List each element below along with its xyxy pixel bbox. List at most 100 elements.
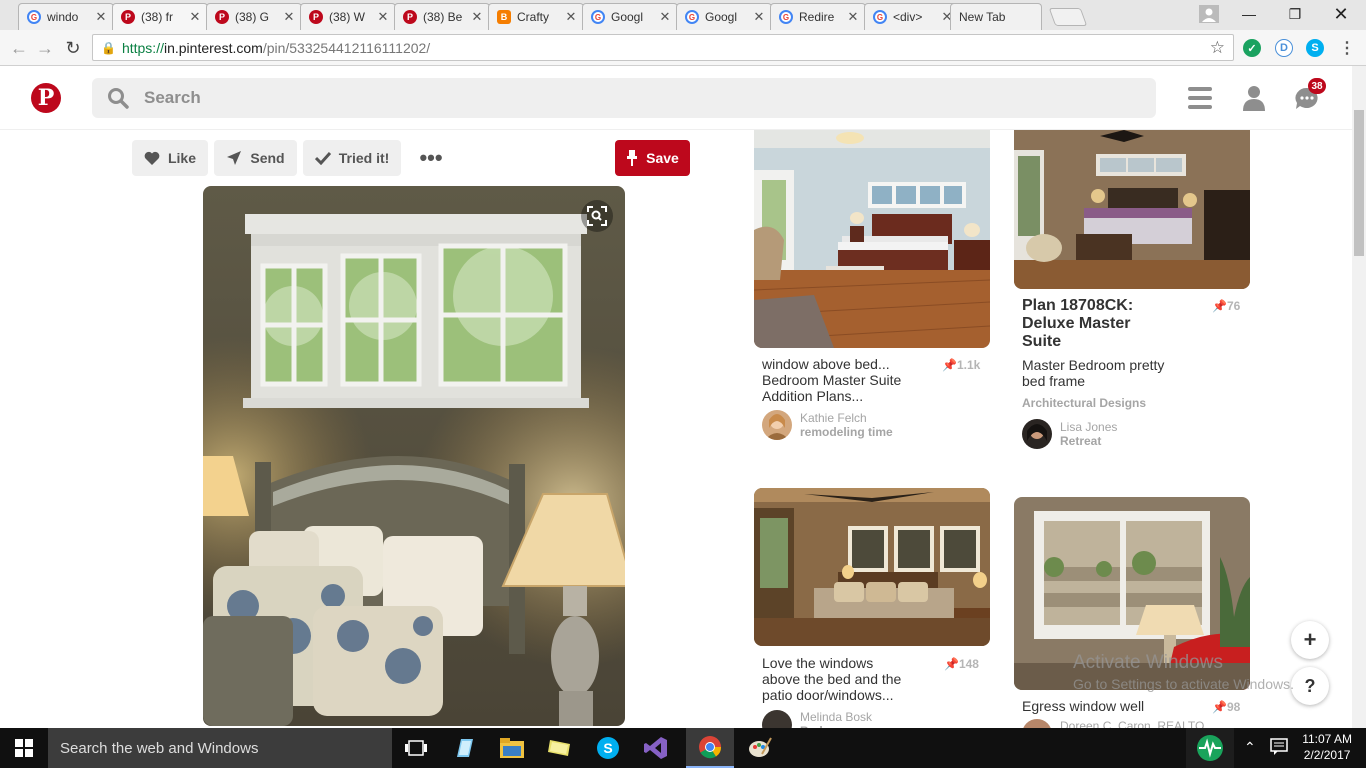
chevron-up-icon[interactable]: ⌃ [1244,739,1256,756]
tried-label: Tried it! [338,150,390,166]
close-tab-icon[interactable]: ✕ [753,9,765,25]
activate-windows-title: Activate Windows [1073,652,1223,673]
back-icon[interactable]: ← [8,37,30,59]
checkmark-icon [314,151,331,165]
close-tab-icon[interactable]: ✕ [283,9,295,25]
close-tab-icon[interactable]: ✕ [659,9,671,25]
windows-start-icon[interactable] [0,728,48,768]
taskbar-search[interactable]: Search the web and Windows [48,728,392,768]
close-tab-icon[interactable]: ✕ [189,9,201,25]
lock-icon: 🔒 [101,40,116,55]
extension-check-icon[interactable]: ✓ [1243,39,1261,57]
pin-title[interactable]: Plan 18708CK: Deluxe Master Suite [1022,297,1133,351]
chrome-app-icon[interactable] [686,728,734,768]
pinner-name[interactable]: Melinda Bosk [800,710,872,724]
url-scheme: https:// [121,39,164,56]
task-view-icon[interactable] [392,728,440,768]
more-options-icon[interactable]: ••• [416,146,446,170]
main-pin-image[interactable] [203,186,625,726]
paint-app-icon[interactable] [736,728,784,768]
google-icon: G [873,10,887,24]
pin-source[interactable]: Architectural Designs [1022,396,1146,410]
search-bar[interactable] [92,78,1156,118]
address-bar[interactable]: 🔒 https://in.pinterest.com/pin/533254412… [92,34,1234,61]
svg-text:S: S [603,740,612,756]
profile-icon[interactable] [1242,85,1266,111]
tab-title: Googl [705,10,738,24]
search-icon [108,88,129,109]
browser-tab[interactable]: B Crafty ✕ [488,3,584,30]
new-tab-button[interactable] [1048,8,1088,26]
avatar[interactable] [1022,419,1052,449]
browser-tab[interactable]: P (38) G ✕ [206,3,302,30]
pin-saves-count: 📌1.1k [942,358,981,372]
close-tab-icon[interactable]: ✕ [847,9,859,25]
notifications-icon[interactable] [1270,737,1288,760]
pin-description[interactable]: window above bed... Bedroom Master Suite… [762,356,901,404]
pinner-name[interactable]: Kathie Felch [800,411,867,425]
browser-tab[interactable]: P (38) Be ✕ [394,3,490,30]
extension-d-icon[interactable]: D [1275,39,1293,57]
browser-tab[interactable]: New Tab [950,3,1042,30]
pin-description[interactable]: Master Bedroom pretty bed frame [1022,357,1164,389]
tried-it-button[interactable]: Tried it! [303,140,401,176]
pin-description[interactable]: Love the windows above the bed and the p… [762,655,901,703]
like-label: Like [167,150,196,166]
browser-tab-strip: Gwindo ✕ P (38) fr ✕ P (38) G ✕ P (38) W ✕ P (38) Be… [0,0,1366,30]
close-tab-icon[interactable]: ✕ [95,9,107,25]
board-name[interactable]: remodeling time [800,425,893,439]
browser-tab[interactable]: P (38) fr ✕ [112,3,208,30]
skype-app-icon[interactable]: S [584,728,632,768]
restore-icon[interactable]: ❐ [1272,0,1318,28]
taskbar-clock[interactable]: 11:07 AM 2/2/2017 [1302,731,1352,763]
browser-tab[interactable]: G <div> ✕ [864,3,960,30]
close-tab-icon[interactable]: ✕ [377,9,389,25]
board-name[interactable]: Retreat [1060,434,1101,448]
pinner-name[interactable]: Doreen C. Caron, REALTO [1060,719,1204,728]
health-monitor-icon[interactable] [1186,728,1234,768]
send-button[interactable]: Send [214,140,297,176]
minimize-icon[interactable]: — [1226,0,1272,28]
related-pin-image[interactable] [1014,130,1250,289]
bookmark-star-icon[interactable]: ☆ [1210,38,1225,58]
close-window-icon[interactable]: ✕ [1318,0,1364,28]
pinner-name[interactable]: Lisa Jones [1060,420,1117,434]
related-pin-image[interactable] [754,130,990,348]
close-tab-icon[interactable]: ✕ [565,9,577,25]
activate-windows-subtitle: Go to Settings to activate Windows. [1073,676,1294,692]
search-input[interactable] [144,88,1044,108]
menu-icon[interactable] [1188,87,1212,109]
reload-icon[interactable]: ↻ [62,37,84,59]
browser-tab[interactable]: G Redire ✕ [770,3,866,30]
skype-extension-icon[interactable]: S [1306,39,1324,57]
tab-title: (38) G [235,10,270,24]
pinterest-logo-icon[interactable]: P [31,83,61,113]
scrollbar-thumb[interactable] [1354,110,1364,256]
chrome-menu-icon[interactable]: ⋮ [1338,39,1356,57]
browser-tab[interactable]: G Googl ✕ [676,3,772,30]
avatar[interactable] [762,410,792,440]
pin-icon [627,150,638,166]
notepad-app-icon[interactable] [440,728,488,768]
visual-studio-icon[interactable] [632,728,680,768]
forward-icon[interactable]: → [34,37,56,59]
related-pin-image[interactable] [754,488,990,646]
add-pin-button[interactable]: + [1291,621,1329,659]
sticky-notes-icon[interactable] [536,728,584,768]
tab-title: (38) Be [423,10,463,24]
visual-search-icon[interactable] [581,200,613,232]
browser-tab[interactable]: G Googl ✕ [582,3,678,30]
browser-tab[interactable]: P (38) W ✕ [300,3,396,30]
browser-tab[interactable]: Gwindo ✕ [18,3,114,30]
pin-saves-count: 📌98 [1212,700,1241,714]
like-button[interactable]: Like [132,140,208,176]
save-button[interactable]: Save [615,140,690,176]
close-tab-icon[interactable]: ✕ [471,9,483,25]
file-explorer-icon[interactable] [488,728,536,768]
tab-title: Redire [799,10,835,24]
clock-date: 2/2/2017 [1303,748,1351,762]
tab-title: New Tab [959,10,1006,24]
pin-description[interactable]: Egress window well [1022,698,1144,714]
pinterest-icon: P [121,10,135,24]
help-button[interactable]: ? [1291,667,1329,705]
